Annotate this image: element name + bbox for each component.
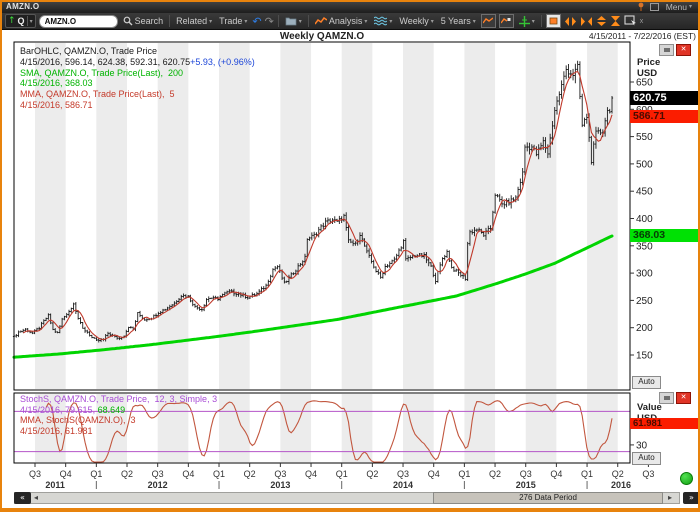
minimize-panel-icon[interactable]: [659, 392, 674, 404]
legend-line: 4/15/2016, 596.14, 624.38, 592.31, 620.7…: [20, 56, 255, 67]
legend-line: SMA, QAMZN.O, Trade Price(Last), 200: [20, 67, 184, 78]
legend-line: BarOHLC, QAMZN.O, Trade Price: [20, 46, 158, 56]
frequency-dropdown[interactable]: Weekly ▾: [397, 16, 435, 26]
price-axis-auto-button[interactable]: Auto: [632, 376, 661, 389]
search-label: Search: [134, 16, 164, 26]
expand-horizontal-icon[interactable]: [564, 16, 577, 27]
time-scrollbar: « ◂ 276 Data Period ▸ »: [3, 491, 700, 505]
chart-date-range: 4/15/2011 - 7/22/2016 (EST): [588, 31, 696, 41]
stoch-panel-buttons: ✕: [659, 392, 691, 404]
green-axes-icon: [518, 15, 530, 27]
trade-label: Trade: [219, 16, 243, 26]
chevron-down-icon: ▾: [209, 17, 213, 25]
scroll-to-start-icon[interactable]: «: [14, 492, 31, 504]
frequency-label: Weekly: [399, 16, 429, 26]
price-panel-legend: BarOHLC, QAMZN.O, Trade Price 4/15/2016, …: [20, 46, 255, 111]
chart-application-window: AMZN.O Menu ▾ ↑ Q ▾ Search: [0, 0, 700, 512]
trade-dropdown[interactable]: Trade ▾: [217, 16, 249, 26]
chart-type-button[interactable]: [480, 14, 496, 28]
close-panel-icon[interactable]: ✕: [676, 392, 691, 404]
redo-icon[interactable]: ↷: [265, 15, 274, 28]
price-axis-currency: USD: [637, 68, 658, 79]
legend-line: 4/15/2016, 61.981: [20, 425, 93, 436]
close-panel-icon[interactable]: ✕: [676, 44, 691, 56]
chevron-down-icon[interactable]: ▾: [30, 18, 33, 25]
chevron-down-icon: ▾: [298, 17, 302, 25]
related-dropdown[interactable]: Related ▾: [174, 16, 214, 26]
line-chart-icon: [483, 17, 494, 24]
quote-type-label: Q: [17, 16, 25, 26]
chevron-down-icon: ▾: [430, 17, 434, 25]
chevron-down-icon: ▾: [472, 17, 476, 25]
axis-settings-dropdown[interactable]: ▾: [517, 15, 537, 27]
selection-box-icon[interactable]: [624, 15, 637, 27]
axis-badge: 586.71: [630, 110, 698, 124]
scroll-right-icon[interactable]: ▸: [668, 492, 672, 504]
waves-icon: [374, 16, 388, 26]
legend-line: MMA, QAMZN.O, Trade Price(Last), 5: [20, 89, 175, 100]
stoch-panel-legend: StochS, QAMZN.O, Trade Price, 12, 3, Sim…: [20, 394, 217, 436]
chevron-down-icon: ▾: [688, 3, 692, 10]
search-button[interactable]: Search: [121, 16, 166, 26]
price-panel-buttons: ✕: [659, 44, 691, 56]
open-layout-button[interactable]: ▾: [283, 16, 304, 26]
titlebar: AMZN.O Menu ▾: [0, 0, 700, 13]
analysis-chart-icon: [314, 16, 327, 24]
chart-pencil-icon: [501, 18, 511, 24]
legend-line: StochS, QAMZN.O, Trade Price, 12, 3, Sim…: [20, 394, 218, 404]
analysis-label: Analysis: [328, 16, 363, 26]
price-axis-label: Price: [637, 57, 661, 68]
range-dropdown[interactable]: 5 Years ▾: [439, 16, 478, 26]
chevron-down-icon: ▾: [364, 17, 368, 25]
chevron-down-icon: ▾: [531, 17, 535, 25]
expand-vertical-icon[interactable]: [596, 15, 607, 27]
hourglass-icon[interactable]: [610, 15, 621, 27]
legend-line: 4/15/2016, 368.03: [20, 78, 93, 89]
overflow-icon[interactable]: x: [640, 18, 644, 25]
chart-edit-button[interactable]: [498, 14, 514, 28]
legend-line: 4/15/2016, 586.71: [20, 99, 93, 110]
restore-window-icon[interactable]: [649, 2, 659, 11]
stream-status-icon: [680, 472, 693, 485]
legend-line: MMA, StochS(QAMZN.O), 3: [20, 415, 136, 425]
value-axis-auto-button[interactable]: Auto: [632, 452, 661, 465]
scrollbar-thumb[interactable]: 276 Data Period: [433, 492, 663, 504]
minimize-panel-icon[interactable]: [659, 44, 674, 56]
symbol-input[interactable]: [38, 14, 118, 28]
details-panel-button[interactable]: [545, 14, 561, 28]
chart-title: Weekly QAMZN.O: [279, 31, 365, 42]
folder-icon: [285, 17, 297, 26]
chevron-down-icon: ▾: [244, 17, 248, 25]
toolbar: ↑ Q ▾ Search Related ▾ Trade ▾ ↶ ↷: [0, 13, 700, 30]
waves-dropdown[interactable]: ▾: [372, 16, 394, 26]
window-title: AMZN.O: [6, 2, 40, 11]
search-icon: [123, 16, 133, 26]
symbol-nav-group[interactable]: ↑ Q ▾: [5, 14, 36, 28]
related-label: Related: [176, 16, 208, 26]
pin-icon[interactable]: [637, 2, 645, 11]
orange-panel-icon: [549, 17, 558, 25]
menu-button[interactable]: Menu ▾: [664, 2, 694, 12]
undo-icon[interactable]: ↶: [252, 15, 261, 28]
collapse-horizontal-icon[interactable]: [580, 16, 593, 27]
axis-badge: 61.981: [630, 417, 698, 429]
scroll-left-icon[interactable]: ◂: [34, 492, 38, 504]
scroll-to-end-icon[interactable]: »: [683, 492, 700, 504]
arrow-up-icon[interactable]: ↑: [8, 16, 16, 26]
legend-line: 4/15/2016, 79.615, 68.649: [20, 404, 126, 415]
axis-badge: 620.75: [630, 90, 698, 105]
chevron-down-icon: ▾: [389, 17, 393, 25]
range-label: 5 Years: [440, 16, 471, 26]
analysis-dropdown[interactable]: Analysis ▾: [313, 16, 370, 26]
axis-badge: 368.03: [630, 229, 698, 243]
menu-label: Menu: [665, 1, 687, 12]
